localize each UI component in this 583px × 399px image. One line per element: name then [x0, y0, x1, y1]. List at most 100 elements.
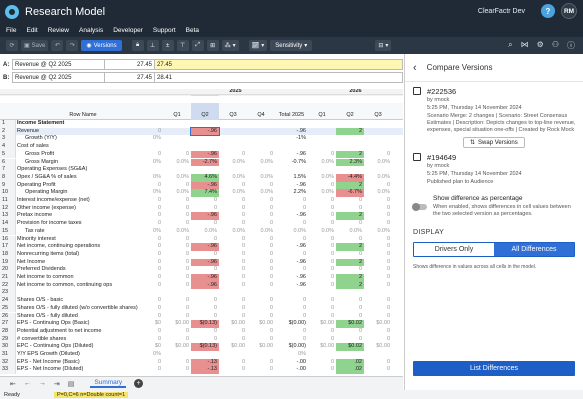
table-cell[interactable]: 0	[247, 212, 275, 220]
table-cell[interactable]: -.96	[275, 259, 308, 267]
table-cell[interactable]: 0	[150, 251, 163, 259]
table-row[interactable]: 7 Operating Expenses (SG&A)	[0, 166, 403, 174]
table-cell[interactable]: 0	[219, 274, 247, 282]
table-cell[interactable]: 0	[163, 266, 191, 274]
table-cell[interactable]: 0	[275, 328, 308, 336]
table-row[interactable]: 5 Gross Profit 0 0 -.96 0 0 -.96 0 2 0	[0, 150, 403, 159]
row-number[interactable]: 14	[0, 220, 16, 228]
table-cell[interactable]	[163, 351, 191, 359]
table-cell[interactable]: 0	[150, 236, 163, 244]
table-cell[interactable]: -.96	[275, 274, 308, 282]
table-row[interactable]: 25 Shares O/S - fully diluted (w/o conver…	[0, 304, 403, 313]
table-cell[interactable]: 0	[219, 220, 247, 228]
table-cell[interactable]: $0.00	[219, 343, 247, 351]
table-cell[interactable]: 0	[163, 336, 191, 344]
table-cell[interactable]: 0	[219, 151, 247, 159]
info-icon[interactable]: ⓘ	[567, 40, 575, 51]
table-cell[interactable]: 0	[247, 359, 275, 367]
table-cell[interactable]: 0	[150, 305, 163, 313]
table-cell[interactable]: 0.0%	[163, 159, 191, 167]
table-cell[interactable]	[364, 166, 392, 174]
table-cell[interactable]	[308, 289, 336, 297]
table-cell[interactable]	[364, 135, 392, 143]
table-cell[interactable]: 0	[275, 220, 308, 228]
table-cell[interactable]	[163, 166, 191, 174]
table-row[interactable]: 4 Cost of sales	[0, 143, 403, 151]
table-cell[interactable]: 0	[308, 182, 336, 190]
table-cell[interactable]: -4.4%	[336, 173, 364, 182]
table-cell[interactable]: 0	[364, 336, 392, 344]
table-cell[interactable]: $(0.00)	[275, 343, 308, 351]
table-cell[interactable]: 0	[247, 336, 275, 344]
table-cell[interactable]: -.96	[191, 281, 219, 290]
table-cell[interactable]: 2	[336, 243, 364, 251]
table-cell[interactable]: 0.0%	[247, 174, 275, 182]
table-row[interactable]: 9 Operating Profit 0 0 -.96 0 0 -.96 0 2 0	[0, 181, 403, 190]
table-cell[interactable]: 0	[308, 266, 336, 274]
row-name[interactable]: Provision for income taxes	[17, 220, 149, 228]
tenant-name[interactable]: ClearFactr Dev	[478, 8, 525, 15]
table-cell[interactable]: 0	[364, 259, 392, 267]
row-number[interactable]: 16	[0, 235, 16, 244]
table-cell[interactable]: $0.00	[364, 320, 392, 328]
back-arrow-icon[interactable]: ‹	[413, 62, 417, 74]
table-cell[interactable]: 0	[163, 305, 191, 313]
row-name[interactable]: # convertible shares	[17, 336, 149, 344]
table-cell[interactable]: -.96	[191, 274, 219, 282]
gear-icon[interactable]: ⚙	[537, 40, 544, 51]
table-cell[interactable]: 0	[247, 313, 275, 321]
table-cell[interactable]: $0.00	[163, 320, 191, 328]
table-cell[interactable]: 0	[191, 313, 219, 321]
table-cell[interactable]: 0	[275, 205, 308, 213]
table-row[interactable]: 19 Net Income 0 0 -.96 0 0 -.96 0 2 0	[0, 258, 403, 267]
table-cell[interactable]: $0.00	[364, 343, 392, 351]
table-row[interactable]: 17 Net income, continuing operations 0 0 -.9…	[0, 243, 403, 251]
table-cell[interactable]: 0.0%	[308, 189, 336, 197]
table-cell[interactable]: 0	[364, 305, 392, 313]
table-cell[interactable]: -.13	[191, 358, 219, 367]
table-cell[interactable]: 0	[364, 266, 392, 274]
menu-edit[interactable]: Edit	[26, 27, 37, 34]
row-name[interactable]: Operating Margin	[17, 189, 149, 197]
table-row[interactable]: 18 Nonrecurring items (total) 0 0 0 0 0 0 0 0 0	[0, 250, 403, 259]
table-cell[interactable]	[364, 143, 392, 151]
row-name[interactable]: Minority interest	[17, 236, 149, 244]
row-number[interactable]: 20	[0, 266, 16, 274]
table-cell[interactable]: $0	[150, 320, 163, 328]
table-cell[interactable]: 0	[308, 259, 336, 267]
table-cell[interactable]	[247, 128, 275, 136]
table-cell[interactable]: -2.7%	[191, 158, 219, 167]
table-cell[interactable]: 0	[247, 243, 275, 251]
row-name[interactable]: Growth (Y/Y)	[17, 135, 149, 143]
table-cell[interactable]: $(0.00)	[275, 320, 308, 328]
table-cell[interactable]	[364, 351, 392, 359]
table-cell[interactable]: 0	[364, 359, 392, 367]
table-row[interactable]: 33 EPS - Net Income (Diluted) 0 0 -.13 0 0 -.00…	[0, 366, 403, 375]
table-cell[interactable]	[219, 351, 247, 359]
table-cell[interactable]: 0	[364, 251, 392, 259]
table-cell[interactable]: 0.0%	[364, 174, 392, 182]
last-sheet-icon[interactable]: ⇥	[54, 380, 60, 388]
row-number[interactable]: 18	[0, 250, 16, 259]
compare-b-formula[interactable]: 28.41	[155, 72, 403, 83]
table-cell[interactable]: 0	[336, 336, 364, 344]
swap-versions-button[interactable]: ⇅ Swap Versions	[463, 137, 525, 148]
table-row[interactable]: 20 Preferred Dividends 0 0 0 0 0 0 0 0 0	[0, 266, 403, 274]
row-number[interactable]: 3	[0, 135, 16, 144]
table-cell[interactable]	[150, 120, 163, 128]
table-cell[interactable]: 0.0%	[163, 189, 191, 197]
table-cell[interactable]	[275, 143, 308, 151]
table-cell[interactable]: 2	[336, 274, 364, 282]
table-cell[interactable]: 0	[219, 236, 247, 244]
expand-button[interactable]: ⤢	[191, 40, 204, 51]
table-cell[interactable]	[336, 166, 364, 174]
row-number[interactable]: 19	[0, 258, 16, 267]
table-cell[interactable]: 0.0%	[247, 228, 275, 236]
table-cell[interactable]: 0	[336, 328, 364, 336]
table-cell[interactable]: 0	[219, 197, 247, 205]
table-cell[interactable]: 0	[219, 205, 247, 213]
table-cell[interactable]	[191, 120, 219, 128]
table-cell[interactable]: 0	[275, 305, 308, 313]
chart-button[interactable]: 📈︎ ▾	[248, 40, 268, 51]
menu-beta[interactable]: Beta	[186, 27, 199, 34]
